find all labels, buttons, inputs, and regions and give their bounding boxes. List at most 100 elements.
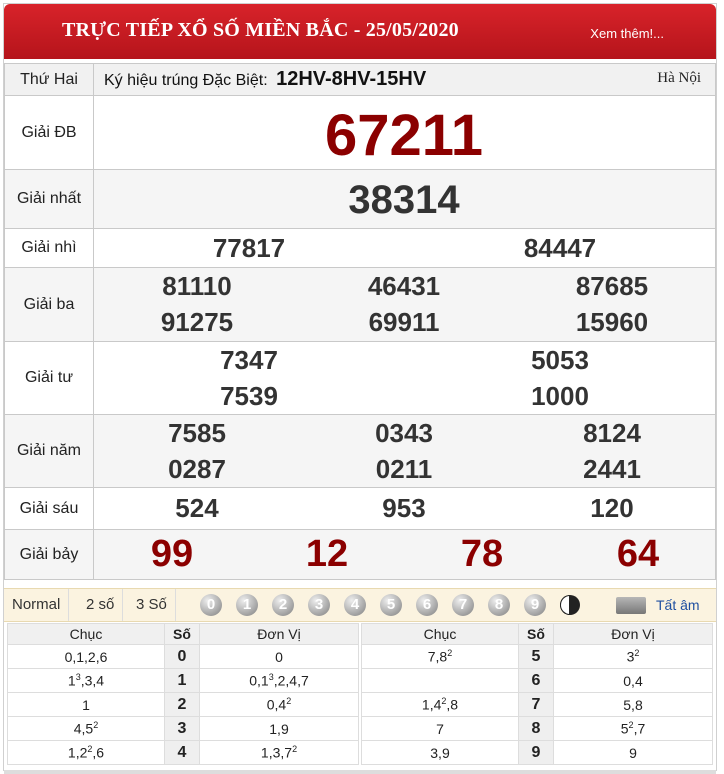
chuc-cell: 1,22,6 (7, 740, 165, 765)
digit-0-button[interactable]: 0 (200, 594, 222, 616)
prize-number: 77817 (212, 233, 286, 263)
prize-label: Giải sáu (4, 487, 94, 530)
prize-number: 91275 (160, 307, 234, 337)
prize-number: 8124 (583, 418, 641, 448)
prize-number: 1000 (531, 381, 589, 411)
column-header-donvi: Đơn Vị (199, 623, 359, 645)
column-header-chuc: Chục (361, 623, 519, 645)
prize-number: 46431 (367, 271, 441, 301)
footer-divider (4, 770, 716, 774)
donvi-cell: 5,8 (553, 692, 713, 717)
column-header-so: Số (518, 623, 554, 645)
prize-label: Giải năm (4, 414, 94, 488)
mute-all-link[interactable]: Tất âm (656, 589, 700, 621)
digit-8-button[interactable]: 8 (488, 594, 510, 616)
results-table: Thứ Hai Ký hiệu trúng Đặc Biệt: 12HV-8HV… (4, 63, 716, 580)
special-code-label: Ký hiệu trúng Đặc Biệt: (104, 72, 268, 89)
donvi-cell: 32 (553, 644, 713, 669)
chuc-cell: 1,42,8 (361, 692, 519, 717)
prize-row-first: Giải nhất 38314 (4, 169, 716, 229)
prize-row-second: Giải nhì 77817 84447 (4, 228, 716, 268)
loto-row: 1 2 0,42 (7, 692, 359, 717)
tab-normal[interactable]: Normal (4, 589, 70, 621)
prize-label: Giải bảy (4, 529, 94, 580)
prize-row-seventh: Giải bảy 99 12 78 64 (4, 529, 716, 580)
digit-4-button[interactable]: 4 (344, 594, 366, 616)
prize-number: 524 (175, 493, 219, 523)
tab-2-digits[interactable]: 2 số (78, 589, 124, 621)
prize-label: Giải ba (4, 267, 94, 342)
prize-number: 0211 (375, 454, 433, 484)
chuc-cell: 13,3,4 (7, 668, 165, 693)
column-header-so: Số (164, 623, 200, 645)
speaker-icon[interactable] (616, 597, 646, 614)
digit-7-button[interactable]: 7 (452, 594, 474, 616)
page-title: TRỰC TIẾP XỔ SỐ MIỀN BẮC - 25/05/2020 (62, 19, 459, 41)
loto-table-right: Chục Số Đơn Vị 7,82 5 32 6 0,4 1,42,8 7 5,8 7 8 52… (361, 623, 713, 765)
donvi-cell: 52,7 (553, 716, 713, 741)
prize-row-third: Giải ba 81110 46431 87685 91275 69911 15… (4, 267, 716, 342)
prize-row-fourth: Giải tư 7347 5053 7539 1000 (4, 341, 716, 415)
prize-number: 84447 (523, 233, 597, 263)
prize-number: 81110 (162, 271, 232, 301)
loto-row: 0,1,2,6 0 0 (7, 644, 359, 669)
digit-cell: 9 (518, 740, 554, 765)
donvi-cell: 9 (553, 740, 713, 765)
info-row: Thứ Hai Ký hiệu trúng Đặc Biệt: 12HV-8HV… (4, 63, 716, 96)
location-label: Hà Nội (657, 70, 701, 86)
prize-number: 69911 (368, 307, 440, 337)
prize-number: 7585 (168, 418, 226, 448)
prize-label: Giải ĐB (4, 95, 94, 170)
donvi-cell: 1,3,72 (199, 740, 359, 765)
prize-number: 7539 (220, 381, 278, 411)
chuc-cell (361, 668, 519, 693)
loto-row: 7,82 5 32 (361, 644, 713, 669)
prize-number: 12 (305, 533, 349, 575)
loto-row: 1,42,8 7 5,8 (361, 692, 713, 717)
column-header-donvi: Đơn Vị (553, 623, 713, 645)
prize-number: 87685 (575, 271, 649, 301)
prize-number: 15960 (575, 307, 649, 337)
prize-label: Giải nhì (4, 228, 94, 268)
see-more-link[interactable]: Xem thêm!... (590, 26, 664, 41)
digit-cell: 2 (164, 692, 200, 717)
loto-table-left: Chục Số Đơn Vị 0,1,2,6 0 0 13,3,4 1 0,13,2,4,… (7, 623, 359, 765)
chuc-cell: 7 (361, 716, 519, 741)
digit-5-button[interactable]: 5 (380, 594, 402, 616)
digit-cell: 1 (164, 668, 200, 693)
special-code-value: 12HV-8HV-15HV (276, 68, 427, 90)
day-label: Thứ Hai (4, 63, 94, 96)
loto-row: 6 0,4 (361, 668, 713, 693)
donvi-cell: 0,4 (553, 668, 713, 693)
digit-2-button[interactable]: 2 (272, 594, 294, 616)
donvi-cell: 0 (199, 644, 359, 669)
donvi-cell: 0,13,2,4,7 (199, 668, 359, 693)
donvi-cell: 1,9 (199, 716, 359, 741)
chuc-cell: 1 (7, 692, 165, 717)
special-prize-number: 67211 (324, 103, 484, 168)
loto-row: 3,9 9 9 (361, 740, 713, 765)
prize-row-sixth: Giải sáu 524 953 120 (4, 487, 716, 530)
chuc-cell: 3,9 (361, 740, 519, 765)
digit-cell: 4 (164, 740, 200, 765)
header-bar: TRỰC TIẾP XỔ SỐ MIỀN BẮC - 25/05/2020 Xe… (4, 4, 716, 59)
digit-9-button[interactable]: 9 (524, 594, 546, 616)
prize-number: 99 (150, 533, 194, 575)
donvi-cell: 0,42 (199, 692, 359, 717)
prize-row-fifth: Giải năm 7585 0343 8124 0287 0211 2441 (4, 414, 716, 488)
chuc-cell: 7,82 (361, 644, 519, 669)
digit-cell: 7 (518, 692, 554, 717)
digit-1-button[interactable]: 1 (236, 594, 258, 616)
yin-yang-icon[interactable] (560, 595, 580, 615)
prize-number: 0343 (375, 418, 433, 448)
digit-cell: 0 (164, 644, 200, 669)
tab-3-digits[interactable]: 3 Số (128, 589, 176, 621)
column-header-chuc: Chục (7, 623, 165, 645)
digit-cell: 8 (518, 716, 554, 741)
loto-row: 13,3,4 1 0,13,2,4,7 (7, 668, 359, 693)
digit-cell: 5 (518, 644, 554, 669)
digit-3-button[interactable]: 3 (308, 594, 330, 616)
digit-6-button[interactable]: 6 (416, 594, 438, 616)
digit-cell: 3 (164, 716, 200, 741)
prize-number: 120 (590, 493, 634, 523)
